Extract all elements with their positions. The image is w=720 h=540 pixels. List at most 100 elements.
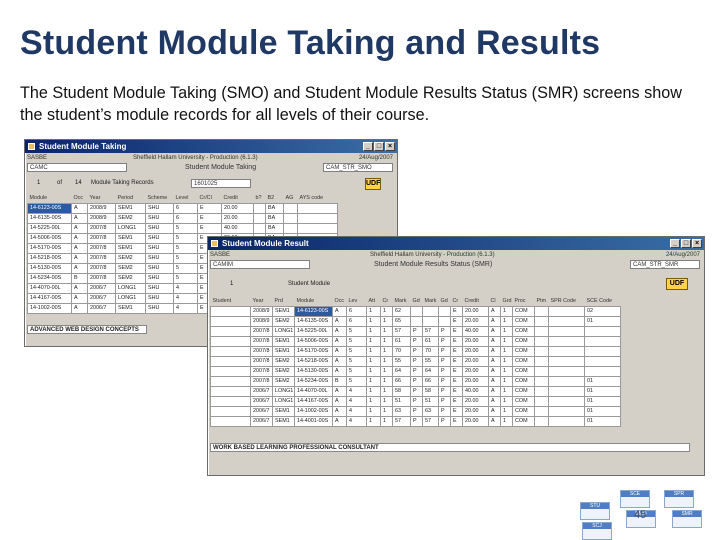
smo-cell[interactable]: A: [71, 282, 88, 294]
smr-cell[interactable]: [534, 355, 549, 367]
smr-cell[interactable]: [210, 325, 251, 337]
smr-cell[interactable]: [438, 305, 451, 317]
smr-cell[interactable]: 65: [392, 315, 411, 327]
smr-cell[interactable]: 1: [380, 315, 393, 327]
smr-cell[interactable]: 2006/7: [250, 415, 273, 427]
smr-cell[interactable]: A: [332, 365, 347, 377]
smr-cell[interactable]: 2006/7: [250, 405, 273, 417]
smr-cell[interactable]: [584, 345, 621, 357]
smo-cell[interactable]: E: [197, 212, 222, 224]
smo-cell[interactable]: 14-5006-00S: [27, 232, 72, 244]
smr-cell[interactable]: 1: [500, 355, 513, 367]
smr-cell[interactable]: 20.00: [462, 315, 489, 327]
smo-cell[interactable]: 2006/7: [87, 292, 116, 304]
smo-cell[interactable]: 5: [173, 272, 198, 284]
close-button[interactable]: ×: [385, 142, 395, 151]
smo-cell[interactable]: A: [71, 302, 88, 314]
smr-cell[interactable]: 2008/9: [250, 315, 273, 327]
maximize-button[interactable]: □: [374, 142, 384, 151]
smr-cell[interactable]: 63: [392, 405, 411, 417]
smo-cell[interactable]: 14-5234-00S: [27, 272, 72, 284]
smr-cell[interactable]: 14-5234-00S: [294, 375, 333, 387]
smr-cell[interactable]: [210, 415, 251, 427]
table-row[interactable]: 2006/7 SEM1 14-4001-00S A 4 1 1 57 P 57 P E 20.00 A 1 C…: [210, 415, 621, 427]
smr-cell[interactable]: 20.00: [462, 405, 489, 417]
smr-cell[interactable]: [438, 315, 451, 327]
smr-cell[interactable]: 20.00: [462, 375, 489, 387]
smr-cell[interactable]: 63: [422, 405, 439, 417]
student-id-field[interactable]: 1601025: [191, 179, 251, 188]
smr-cell[interactable]: SEM2: [272, 355, 295, 367]
smr-cell[interactable]: 1: [366, 385, 381, 397]
smr-cell[interactable]: A: [332, 355, 347, 367]
smr-cell[interactable]: 55: [422, 355, 439, 367]
smr-cell[interactable]: COM: [512, 325, 535, 337]
smr-cell[interactable]: 61: [422, 335, 439, 347]
smr-cell[interactable]: A: [488, 335, 501, 347]
smr-cell[interactable]: COM: [512, 315, 535, 327]
smo-cell[interactable]: [283, 212, 298, 224]
smr-cell[interactable]: 20.00: [462, 345, 489, 357]
smr-cell[interactable]: 1: [500, 405, 513, 417]
smr-cell[interactable]: 66: [422, 375, 439, 387]
smr-cell[interactable]: 2006/7: [250, 385, 273, 397]
table-row[interactable]: 14-6123-00S A 2008/9 SEM1 SHU 6 E 20.00 BA: [27, 202, 338, 214]
smr-cell[interactable]: 58: [422, 385, 439, 397]
smr-cell[interactable]: E: [450, 395, 463, 407]
smr-cell[interactable]: 14-4167-00S: [294, 395, 333, 407]
smr-cell[interactable]: P: [410, 375, 423, 387]
smr-cell[interactable]: 01: [584, 415, 621, 427]
smr-cell[interactable]: COM: [512, 375, 535, 387]
smr-cell[interactable]: 20.00: [462, 335, 489, 347]
smo-cell[interactable]: SHU: [145, 282, 174, 294]
smr-cell[interactable]: P: [410, 365, 423, 377]
smr-cell[interactable]: 1: [500, 365, 513, 377]
smr-cell[interactable]: 66: [392, 375, 411, 387]
smr-cell[interactable]: 20.00: [462, 365, 489, 377]
smo-cell[interactable]: A: [71, 222, 88, 234]
smr-cell[interactable]: 2006/7: [250, 395, 273, 407]
smr-cell[interactable]: 51: [422, 395, 439, 407]
table-row[interactable]: 2008/9 SEM1 14-6123-00S A 6 1 1 62 E 20.00 A 1 COM 02: [210, 305, 621, 317]
smr-cell[interactable]: 2007/8: [250, 355, 273, 367]
smr-cell[interactable]: 20.00: [462, 305, 489, 317]
minimize-button[interactable]: _: [363, 142, 373, 151]
smr-cell[interactable]: 1: [500, 325, 513, 337]
smr-cell[interactable]: A: [332, 335, 347, 347]
smr-cell[interactable]: 1: [366, 345, 381, 357]
smo-cell[interactable]: 2007/8: [87, 242, 116, 254]
smr-cell[interactable]: [210, 305, 251, 317]
smr-cell[interactable]: [422, 315, 439, 327]
smo-cell[interactable]: 14-5218-00S: [27, 252, 72, 264]
smo-cell[interactable]: SEM1: [115, 242, 146, 254]
smr-cell[interactable]: [210, 375, 251, 387]
smo-cell[interactable]: A: [71, 232, 88, 244]
smr-cell[interactable]: 1: [380, 305, 393, 317]
smr-cell[interactable]: [534, 315, 549, 327]
smr-cell[interactable]: 1: [500, 415, 513, 427]
smr-cell[interactable]: SEM2: [272, 365, 295, 377]
smr-cell[interactable]: E: [450, 325, 463, 337]
smo-cell[interactable]: [297, 212, 338, 224]
smr-cell[interactable]: P: [410, 345, 423, 357]
smr-cell[interactable]: A: [332, 345, 347, 357]
table-row[interactable]: 2008/9 SEM2 14-6135-00S A 6 1 1 65 E 20.00 A 1 COM 01: [210, 315, 621, 327]
smr-cell[interactable]: 14-6123-00S: [294, 305, 333, 317]
smr-cell[interactable]: 2008/9: [250, 305, 273, 317]
smo-cell[interactable]: SHU: [145, 222, 174, 234]
smr-cell[interactable]: 14-6135-00S: [294, 315, 333, 327]
smr-cell[interactable]: COM: [512, 395, 535, 407]
smr-cell[interactable]: A: [488, 375, 501, 387]
smo-cell[interactable]: A: [71, 262, 88, 274]
smo-cell[interactable]: SEM1: [115, 232, 146, 244]
smr-cell[interactable]: E: [450, 335, 463, 347]
smr-cell[interactable]: 1: [500, 315, 513, 327]
smo-cell[interactable]: 2007/8: [87, 222, 116, 234]
smr-cell[interactable]: 4: [346, 415, 367, 427]
smr-cell[interactable]: SEM2: [272, 375, 295, 387]
smr-cell[interactable]: [410, 315, 423, 327]
smo-cell[interactable]: BA: [265, 222, 284, 234]
smr-cell[interactable]: 1: [500, 385, 513, 397]
smr-cell[interactable]: 70: [422, 345, 439, 357]
smo-cell[interactable]: SEM2: [115, 252, 146, 264]
